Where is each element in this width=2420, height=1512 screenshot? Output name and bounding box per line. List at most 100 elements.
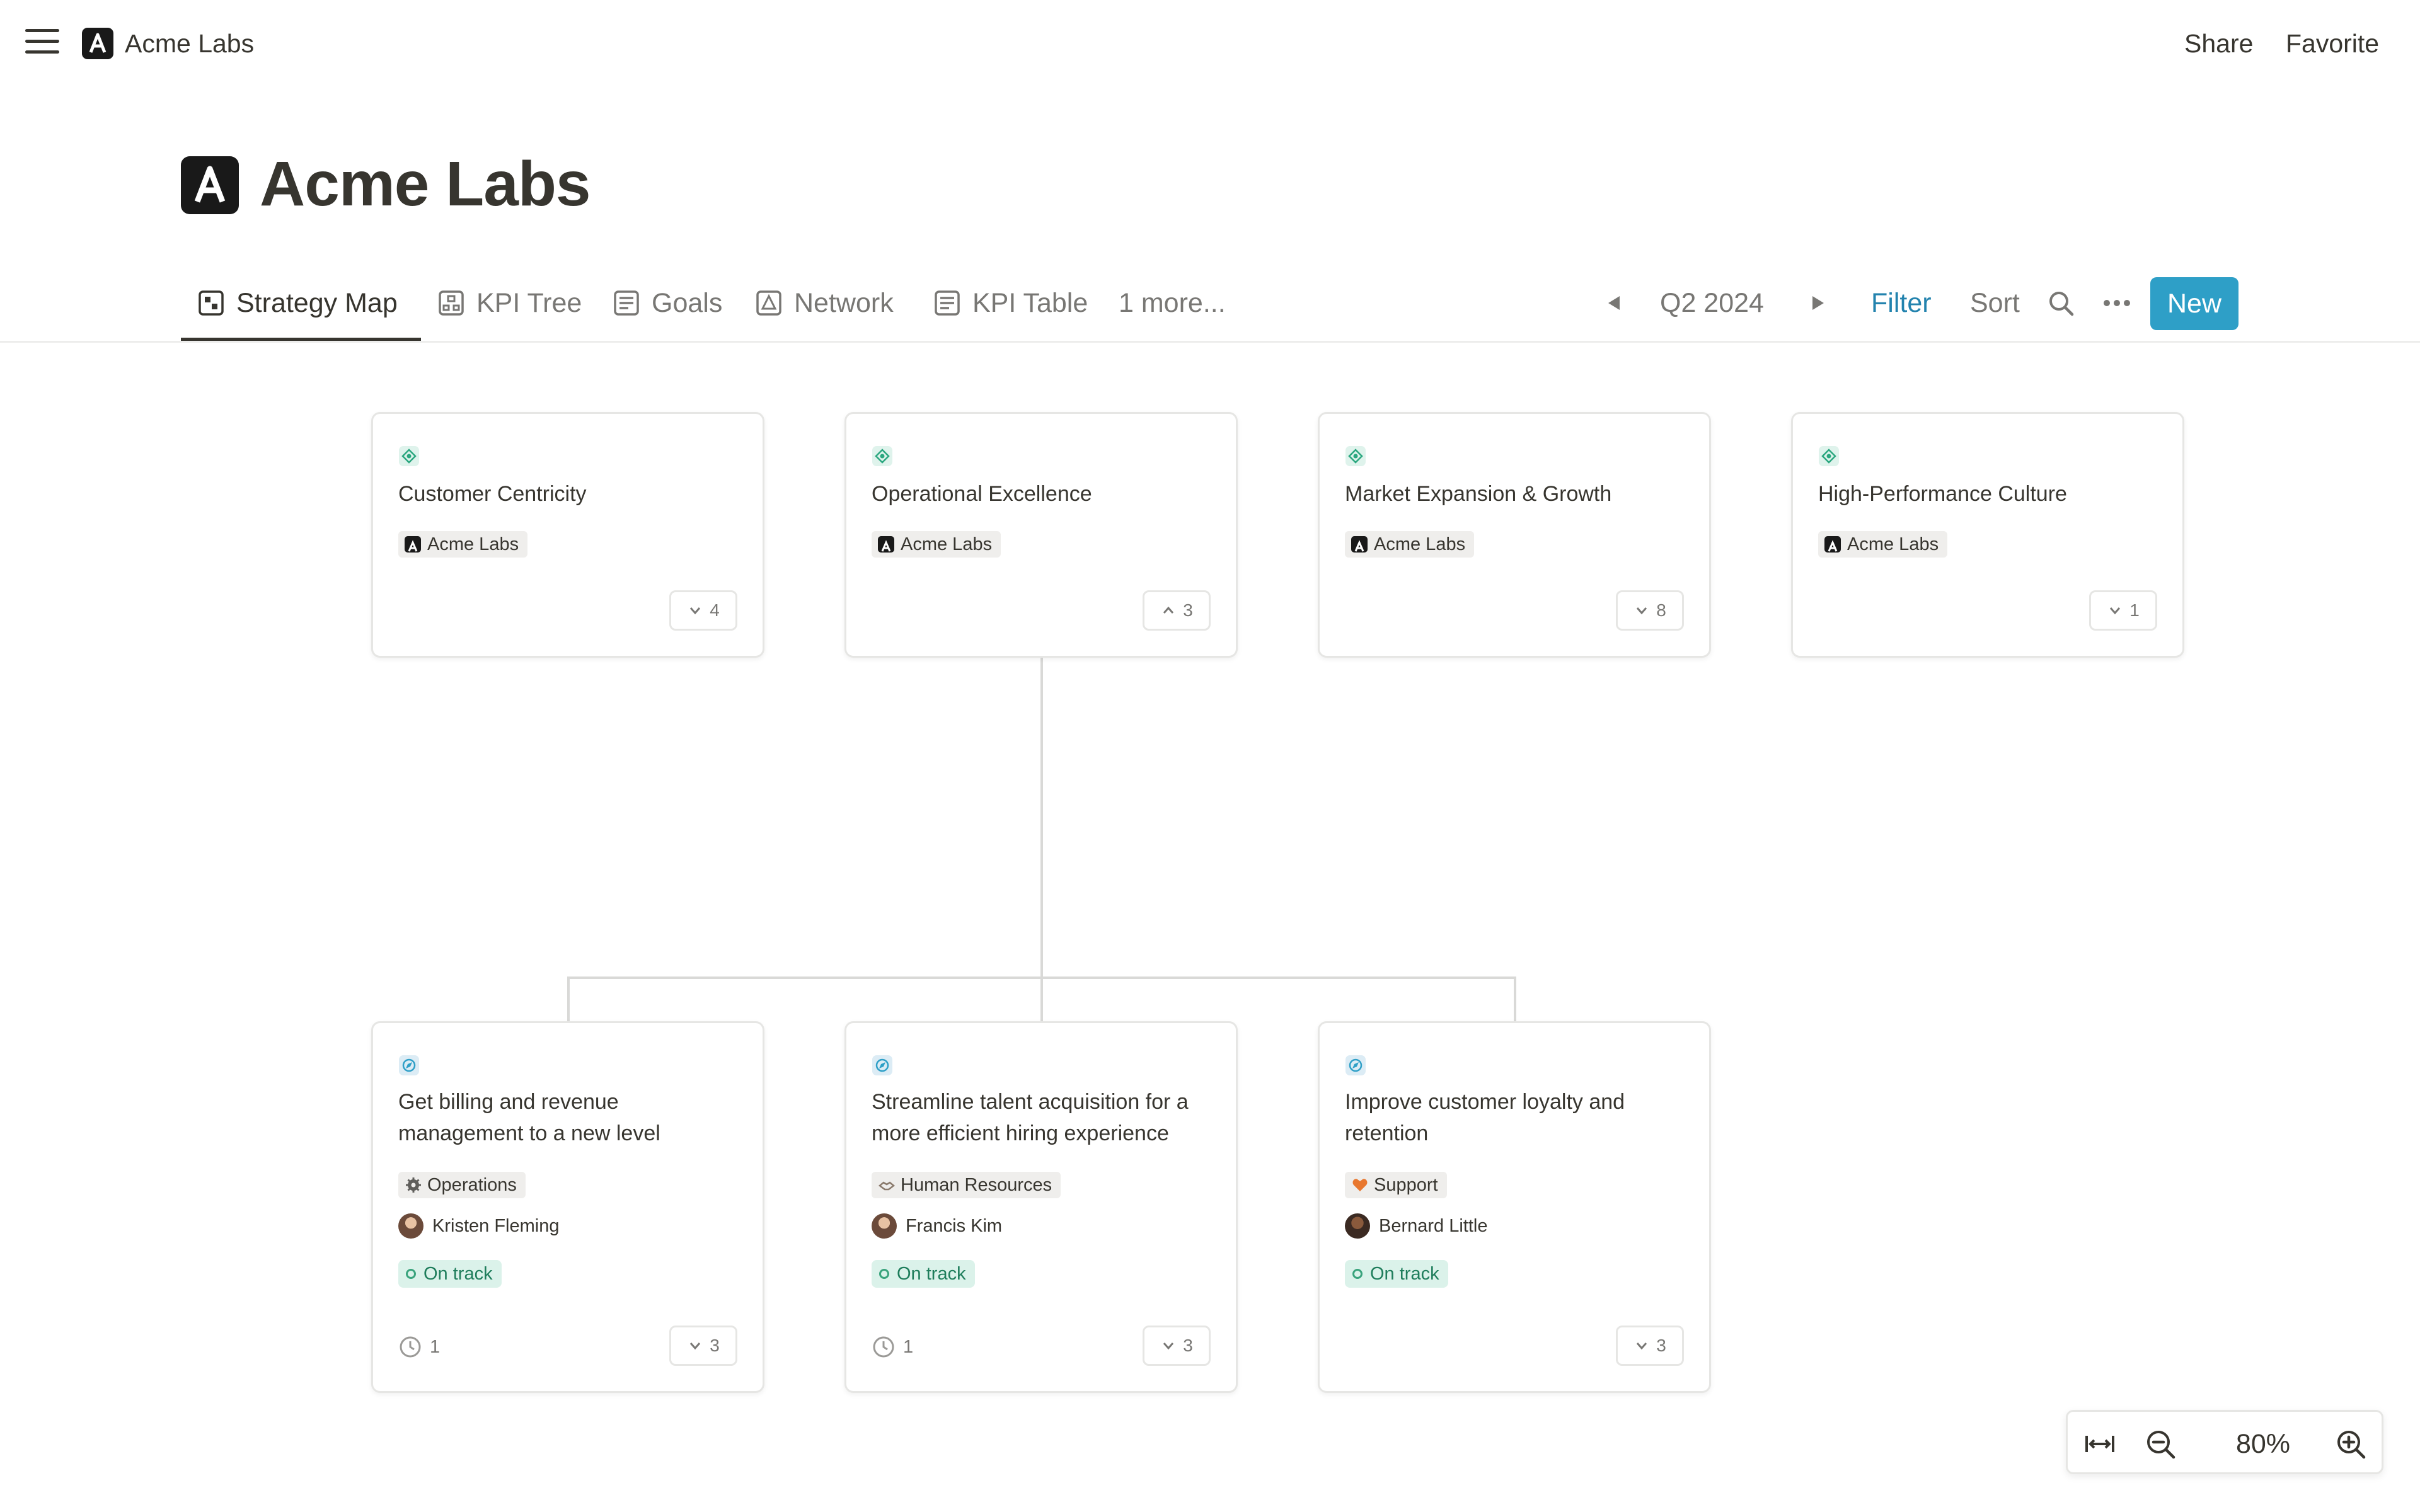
objective-icon: [1818, 445, 1840, 467]
goal-card[interactable]: Streamline talent acquisition for a more…: [844, 1021, 1238, 1393]
status-badge: On track: [398, 1260, 502, 1288]
triangle-left-icon: [1608, 296, 1620, 310]
tag-label: Acme Labs: [427, 534, 519, 554]
team-tag: Operations: [398, 1172, 526, 1198]
chevron-down-icon: [1637, 1343, 1647, 1350]
breadcrumb-workspace[interactable]: Acme Labs: [125, 28, 254, 59]
tab-kpi-tree[interactable]: KPI Tree: [437, 285, 582, 321]
objective-icon: [872, 445, 893, 467]
collapse-button[interactable]: 3: [1143, 590, 1211, 631]
list-icon: [614, 290, 639, 316]
expand-button[interactable]: 3: [669, 1326, 737, 1366]
filter-button[interactable]: Filter: [1871, 285, 1932, 321]
share-button[interactable]: Share: [2184, 28, 2253, 59]
owner[interactable]: Kristen Fleming: [398, 1212, 559, 1240]
tab-label: Goals: [652, 287, 723, 318]
updates-count: 1: [430, 1336, 441, 1357]
connector-line: [1514, 976, 1516, 1021]
tag-label: Human Resources: [901, 1175, 1052, 1195]
goal-icon: [1345, 1055, 1366, 1076]
status-label: On track: [897, 1263, 966, 1284]
connector-line: [1040, 658, 1043, 979]
goal-title-line: management to a new level: [398, 1121, 660, 1145]
next-period-button[interactable]: [1810, 285, 1829, 321]
network-icon: [756, 290, 781, 316]
favorite-button[interactable]: Favorite: [2286, 28, 2379, 59]
status-badge: On track: [872, 1260, 975, 1288]
objective-card[interactable]: High-Performance Culture Acme Labs 1: [1791, 412, 2184, 658]
acme-logo-icon: [878, 536, 894, 553]
tab-goals[interactable]: Goals: [613, 285, 722, 321]
updates-indicator[interactable]: 1: [872, 1333, 913, 1361]
status-ring-icon: [879, 1269, 889, 1279]
goal-card[interactable]: Improve customer loyalty and retention S…: [1318, 1021, 1711, 1393]
avatar: [872, 1213, 897, 1239]
goal-icon: [872, 1055, 893, 1076]
status-label: On track: [1370, 1263, 1439, 1284]
heart-icon: [1352, 1179, 1368, 1191]
tab-kpi-table[interactable]: KPI Table: [933, 285, 1088, 321]
owner[interactable]: Bernard Little: [1345, 1212, 1488, 1240]
child-count: 8: [1656, 600, 1666, 620]
expand-button[interactable]: 3: [1616, 1326, 1684, 1366]
period-label[interactable]: Q2 2024: [1660, 285, 1764, 321]
tab-label: Network: [794, 287, 894, 318]
child-count: 1: [2129, 600, 2140, 620]
triangle-right-icon: [1812, 296, 1824, 310]
status-ring-icon: [406, 1269, 416, 1279]
chevron-up-icon: [1163, 606, 1174, 614]
goal-card[interactable]: Get billing and revenue management to a …: [371, 1021, 764, 1393]
workspace-tag: Acme Labs: [872, 531, 1001, 558]
objective-card[interactable]: Operational Excellence Acme Labs 3: [844, 412, 1238, 658]
tab-more[interactable]: 1 more...: [1119, 285, 1226, 321]
objective-title: Customer Centricity: [398, 482, 587, 506]
child-count: 4: [710, 600, 720, 620]
child-count: 3: [710, 1336, 720, 1355]
zoom-out-icon[interactable]: [2143, 1427, 2177, 1461]
search-icon[interactable]: [2047, 285, 2078, 321]
workspace-tag: Acme Labs: [1818, 531, 1948, 558]
goal-title: Get billing and revenue management to a …: [398, 1086, 751, 1149]
tag-label: Acme Labs: [1847, 534, 1939, 554]
objective-card[interactable]: Customer Centricity Acme Labs 4: [371, 412, 764, 658]
more-options-icon[interactable]: [2102, 285, 2131, 321]
expand-button[interactable]: 8: [1616, 590, 1684, 631]
expand-button[interactable]: 4: [669, 590, 737, 631]
owner[interactable]: Francis Kim: [872, 1212, 1002, 1240]
zoom-in-icon[interactable]: [2334, 1427, 2368, 1461]
connector-line: [567, 976, 570, 1021]
menu-icon[interactable]: [25, 28, 59, 55]
objective-icon: [1345, 445, 1366, 467]
prev-period-button[interactable]: [1606, 285, 1625, 321]
updates-indicator[interactable]: 1: [398, 1333, 440, 1361]
expand-button[interactable]: 3: [1143, 1326, 1211, 1366]
child-count: 3: [1183, 600, 1193, 620]
tab-network[interactable]: Network: [755, 285, 894, 321]
objective-card[interactable]: Market Expansion & Growth Acme Labs 8: [1318, 412, 1711, 658]
goal-title-line: retention: [1345, 1121, 1429, 1145]
workspace-logo-icon: [82, 28, 113, 59]
expand-button[interactable]: 1: [2089, 590, 2157, 631]
goal-title: Improve customer loyalty and retention: [1345, 1086, 1698, 1149]
goal-icon: [398, 1055, 420, 1076]
objective-title: Operational Excellence: [872, 482, 1092, 506]
new-button[interactable]: New: [2150, 277, 2238, 330]
goal-title: Streamline talent acquisition for a more…: [872, 1086, 1224, 1149]
goal-title-line: Get billing and revenue: [398, 1090, 619, 1114]
status-badge: On track: [1345, 1260, 1448, 1288]
gear-icon: [406, 1177, 421, 1193]
team-tag: Human Resources: [872, 1172, 1061, 1198]
zoom-controls: 80%: [2066, 1410, 2383, 1474]
sort-button[interactable]: Sort: [1970, 285, 2020, 321]
fit-width-icon[interactable]: [2083, 1427, 2117, 1461]
table-icon: [935, 290, 960, 316]
goal-title-line: Improve customer loyalty and: [1345, 1090, 1625, 1114]
chevron-down-icon: [2110, 607, 2121, 615]
workspace-tag: Acme Labs: [1345, 531, 1475, 558]
tab-strategy-map[interactable]: Strategy Map: [197, 285, 398, 321]
clock-icon: [873, 1336, 894, 1358]
handshake-icon: [878, 1181, 896, 1191]
top-bar: Acme Labs Share Favorite: [0, 0, 2420, 82]
child-count: 3: [1656, 1336, 1666, 1355]
owner-name: Francis Kim: [906, 1215, 1003, 1236]
